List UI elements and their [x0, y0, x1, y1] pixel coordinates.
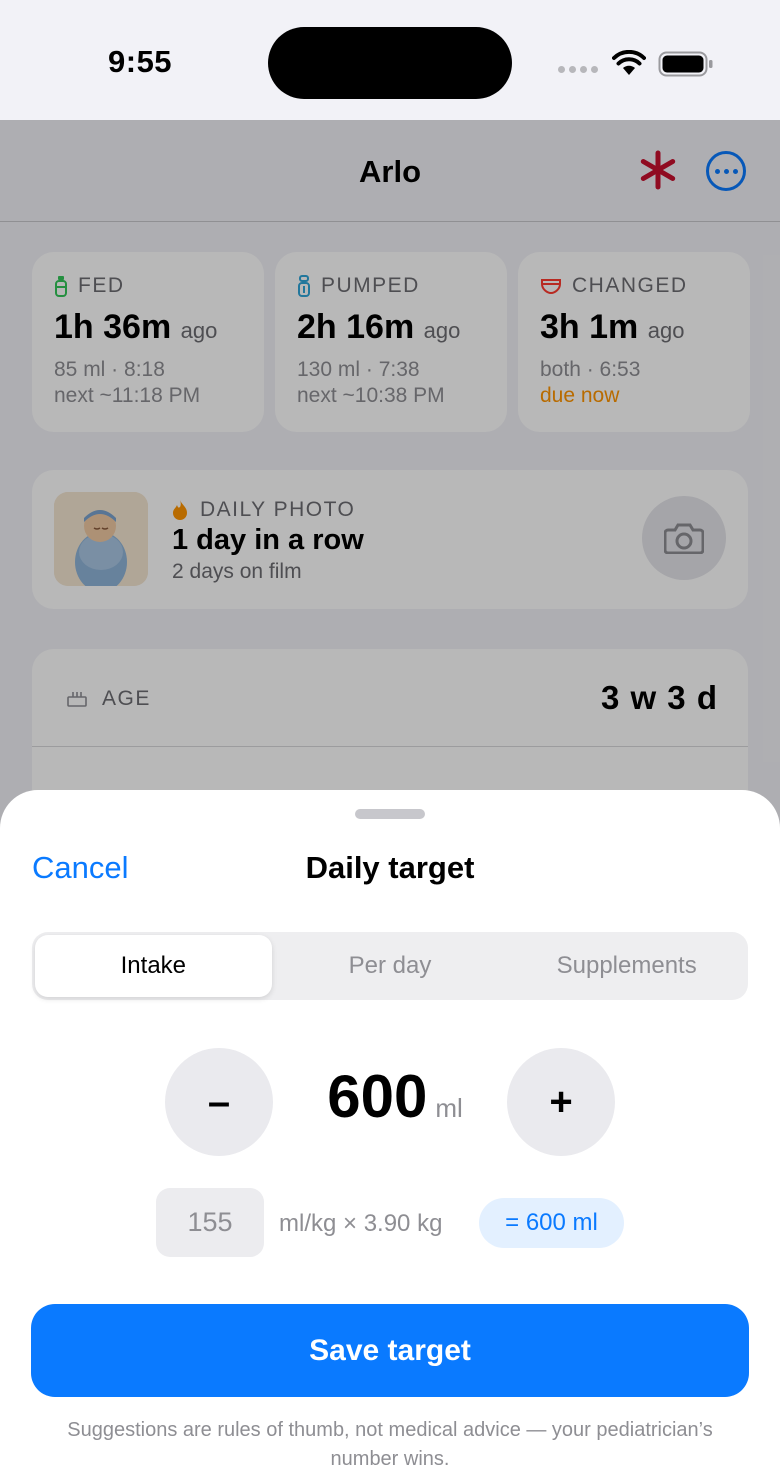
- decrement-button[interactable]: –: [165, 1048, 273, 1156]
- cellular-signal-icon: [558, 66, 598, 73]
- target-amount: 600 ml: [300, 1062, 490, 1131]
- disclaimer-text: Suggestions are rules of thumb, not medi…: [67, 1419, 713, 1470]
- cancel-button[interactable]: Cancel: [32, 850, 129, 886]
- amount-value: 600: [327, 1063, 428, 1130]
- save-target-button[interactable]: Save target: [31, 1304, 749, 1397]
- status-time: 9:55: [108, 44, 173, 79]
- segment-supplements[interactable]: Supplements: [508, 935, 745, 997]
- wifi-icon: [612, 50, 646, 75]
- segment-per-day[interactable]: Per day: [272, 935, 509, 997]
- daily-target-sheet: Cancel Daily target Intake Per day Suppl…: [0, 790, 780, 1481]
- amount-unit: ml: [435, 1093, 463, 1123]
- status-bar: 9:55: [0, 0, 780, 120]
- sheet-grabber[interactable]: [355, 809, 425, 819]
- dynamic-island: [268, 27, 512, 99]
- ml-per-kg-formula: ml/kg × 3.90 kg: [279, 1210, 443, 1237]
- calculated-result-pill[interactable]: = 600 ml: [479, 1198, 624, 1248]
- ml-per-kg-input[interactable]: [156, 1188, 264, 1257]
- battery-icon: [658, 51, 713, 77]
- segment-intake[interactable]: Intake: [35, 935, 272, 997]
- target-type-segmented-control: Intake Per day Supplements: [32, 932, 748, 1000]
- increment-button[interactable]: +: [507, 1048, 615, 1156]
